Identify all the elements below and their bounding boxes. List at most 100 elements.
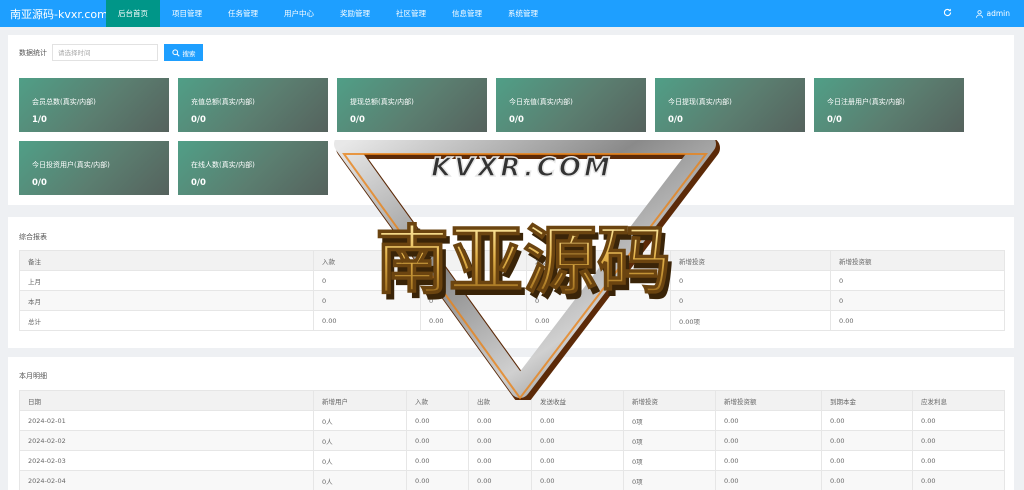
table-cell: 0项 (623, 450, 716, 471)
table-cell: 总计 (19, 310, 314, 331)
table-cell: 0.00 (912, 430, 1005, 451)
nav-item-community[interactable]: 社区管理 (384, 0, 440, 27)
table-cell: 0.00 (715, 410, 822, 431)
table-cell: 0项 (623, 430, 716, 451)
table-row: 本月 0 0 0 0 0 (19, 290, 1005, 311)
table-cell: 2024-02-03 (19, 450, 314, 471)
table-cell: 0人 (313, 430, 407, 451)
table-row: 2024-02-03 0人 0.00 0.00 0.00 0项 0.00 0.0… (19, 450, 1005, 471)
column-header: 发送收益 (531, 390, 624, 411)
site-logo[interactable]: 南亚源码-kvxr.com (0, 6, 108, 22)
header-actions: admin (943, 0, 1024, 27)
nav-item-label: 信息管理 (452, 9, 482, 18)
table-cell: 2024-02-04 (19, 470, 314, 490)
table-cell: 0.00 (531, 470, 624, 490)
table-cell: 0.00 (531, 430, 624, 451)
table-cell: 0 (420, 270, 527, 291)
column-header: 新增投资 (670, 250, 831, 271)
stats-search-bar: 数据统计 搜索 (19, 44, 203, 61)
table-cell: 0.00 (821, 470, 913, 490)
nav-item-tasks[interactable]: 任务管理 (216, 0, 272, 27)
stat-card-total-recharge: 充值总额(真实/内部) 0/0 (178, 78, 328, 132)
panel-title: 本月明细 (19, 372, 47, 380)
nav-item-projects[interactable]: 项目管理 (160, 0, 216, 27)
table-cell: 0 (670, 290, 831, 311)
stats-panel: 数据统计 搜索 会员总数(真实/内部) 1/0 充值总额(真实/内部) 0/0 提现… (8, 35, 1014, 205)
stat-card-online: 在线人数(真实/内部) 0/0 (178, 141, 328, 195)
summary-report-table: 备注 入款 出款 发送收益 新增投资 新增投资额 上月 0 0 0 0 0 本月… (19, 250, 1005, 331)
nav-item-label: 任务管理 (228, 9, 258, 18)
table-cell: 0.00 (468, 470, 532, 490)
refresh-icon[interactable] (943, 8, 952, 20)
nav-item-info[interactable]: 信息管理 (440, 0, 496, 27)
table-cell: 0人 (313, 470, 407, 490)
nav-item-label: 社区管理 (396, 9, 426, 18)
table-cell: 0 (670, 270, 831, 291)
table-cell: 0.00 (912, 470, 1005, 490)
table-cell: 0 (313, 290, 421, 311)
stat-card-title: 今日提现(真实/内部) (668, 98, 732, 106)
table-row: 总计 0.00 0.00 0.00 0.00项 0.00 (19, 310, 1005, 331)
table-cell: 0.00 (313, 310, 421, 331)
stat-cards: 会员总数(真实/内部) 1/0 充值总额(真实/内部) 0/0 提现总额(真实/内部… (19, 78, 979, 195)
nav-item-label: 用户中心 (284, 9, 314, 18)
column-header: 入款 (406, 390, 469, 411)
table-cell: 0.00 (821, 430, 913, 451)
monthly-detail-panel: 本月明细 日期 新增用户 入款 出款 发送收益 新增投资 新增投资额 到期本金 … (8, 357, 1014, 490)
nav-item-system[interactable]: 系统管理 (496, 0, 552, 27)
stat-card-title: 在线人数(真实/内部) (191, 161, 255, 169)
column-header: 应发利息 (912, 390, 1005, 411)
table-cell: 0项 (623, 470, 716, 490)
column-header: 新增投资额 (830, 250, 1005, 271)
stats-label: 数据统计 (19, 48, 47, 57)
column-header: 入款 (313, 250, 421, 271)
main-nav: 后台首页 项目管理 任务管理 用户中心 奖励管理 社区管理 信息管理 系统管理 (106, 0, 552, 27)
table-cell: 上月 (19, 270, 314, 291)
date-picker-input[interactable] (52, 44, 158, 61)
stat-card-title: 今日投资用户(真实/内部) (32, 161, 110, 169)
column-header: 新增用户 (313, 390, 407, 411)
table-cell: 0项 (623, 410, 716, 431)
stat-card-value: 0/0 (191, 115, 206, 125)
stat-card-title: 会员总数(真实/内部) (32, 98, 96, 106)
stat-card-value: 0/0 (509, 115, 524, 125)
summary-report-panel: 综合报表 备注 入款 出款 发送收益 新增投资 新增投资额 上月 0 0 0 0… (8, 217, 1014, 348)
table-cell: 0.00 (468, 450, 532, 471)
table-cell: 0.00 (715, 450, 822, 471)
stat-card-title: 提现总额(真实/内部) (350, 98, 414, 106)
stat-card-value: 0/0 (668, 115, 683, 125)
user-icon (975, 9, 983, 18)
stat-card-value: 0/0 (191, 178, 206, 188)
table-cell: 0.00 (406, 430, 469, 451)
table-row: 2024-02-04 0人 0.00 0.00 0.00 0项 0.00 0.0… (19, 470, 1005, 490)
nav-item-rewards[interactable]: 奖励管理 (328, 0, 384, 27)
top-navbar: 南亚源码-kvxr.com 后台首页 项目管理 任务管理 用户中心 奖励管理 社… (0, 0, 1024, 27)
table-cell: 0.00 (821, 450, 913, 471)
stat-card-total-withdraw: 提现总额(真实/内部) 0/0 (337, 78, 487, 132)
stat-card-today-registered: 今日注册用户(真实/内部) 0/0 (814, 78, 964, 132)
nav-item-users[interactable]: 用户中心 (272, 0, 328, 27)
panel-title: 综合报表 (19, 233, 47, 241)
nav-item-home[interactable]: 后台首页 (106, 0, 160, 27)
stat-card-total-members: 会员总数(真实/内部) 1/0 (19, 78, 169, 132)
search-icon (171, 48, 180, 57)
nav-item-label: 项目管理 (172, 9, 202, 18)
user-menu[interactable]: admin (975, 9, 1010, 18)
table-cell: 0.00 (821, 410, 913, 431)
search-button[interactable]: 搜索 (164, 44, 203, 61)
stat-card-today-recharge: 今日充值(真实/内部) 0/0 (496, 78, 646, 132)
table-cell: 0 (526, 290, 671, 311)
column-header: 备注 (19, 250, 314, 271)
column-header: 发送收益 (526, 250, 671, 271)
column-header: 出款 (420, 250, 527, 271)
table-cell: 0.00 (406, 450, 469, 471)
stat-card-value: 0/0 (827, 115, 842, 125)
search-button-label: 搜索 (182, 49, 196, 58)
monthly-detail-table: 日期 新增用户 入款 出款 发送收益 新增投资 新增投资额 到期本金 应发利息 … (19, 390, 1005, 490)
nav-item-label: 奖励管理 (340, 9, 370, 18)
table-cell: 0 (420, 290, 527, 311)
stat-card-today-investors: 今日投资用户(真实/内部) 0/0 (19, 141, 169, 195)
stat-card-value: 0/0 (350, 115, 365, 125)
stat-card-title: 今日注册用户(真实/内部) (827, 98, 905, 106)
column-header: 新增投资额 (715, 390, 822, 411)
